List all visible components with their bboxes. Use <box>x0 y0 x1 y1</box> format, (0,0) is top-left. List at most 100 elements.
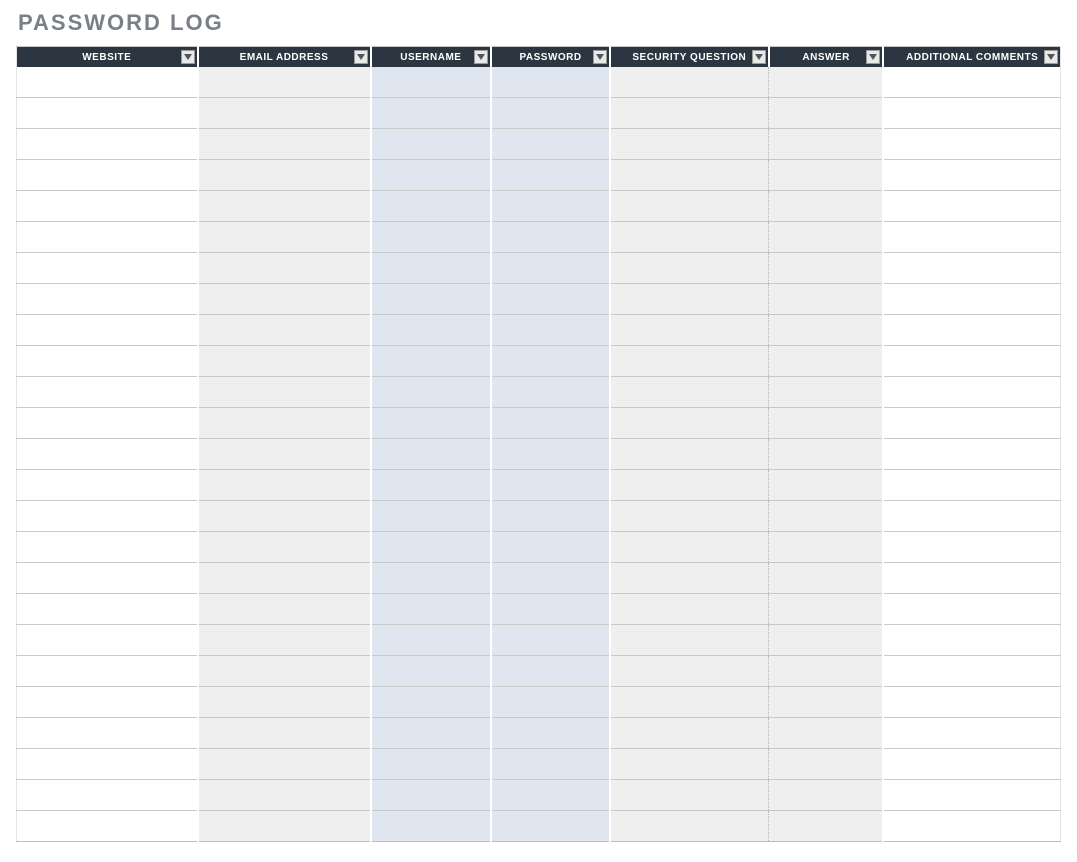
cell-username[interactable] <box>371 346 492 377</box>
cell-comments[interactable] <box>883 563 1060 594</box>
cell-comments[interactable] <box>883 656 1060 687</box>
cell-security-question[interactable] <box>610 160 769 191</box>
cell-comments[interactable] <box>883 253 1060 284</box>
cell-security-question[interactable] <box>610 780 769 811</box>
cell-username[interactable] <box>371 749 492 780</box>
cell-website[interactable] <box>17 284 198 315</box>
cell-answer[interactable] <box>769 780 884 811</box>
cell-answer[interactable] <box>769 811 884 842</box>
cell-email[interactable] <box>198 687 371 718</box>
cell-answer[interactable] <box>769 656 884 687</box>
cell-comments[interactable] <box>883 191 1060 222</box>
cell-password[interactable] <box>491 191 610 222</box>
cell-answer[interactable] <box>769 687 884 718</box>
cell-security-question[interactable] <box>610 563 769 594</box>
cell-website[interactable] <box>17 67 198 98</box>
cell-username[interactable] <box>371 563 492 594</box>
cell-email[interactable] <box>198 98 371 129</box>
cell-security-question[interactable] <box>610 687 769 718</box>
cell-email[interactable] <box>198 129 371 160</box>
cell-website[interactable] <box>17 315 198 346</box>
cell-email[interactable] <box>198 191 371 222</box>
cell-answer[interactable] <box>769 98 884 129</box>
cell-username[interactable] <box>371 470 492 501</box>
filter-button-comments[interactable] <box>1044 50 1058 64</box>
cell-website[interactable] <box>17 718 198 749</box>
cell-comments[interactable] <box>883 718 1060 749</box>
cell-security-question[interactable] <box>610 718 769 749</box>
cell-answer[interactable] <box>769 160 884 191</box>
cell-username[interactable] <box>371 718 492 749</box>
cell-answer[interactable] <box>769 129 884 160</box>
cell-answer[interactable] <box>769 284 884 315</box>
filter-button-email[interactable] <box>354 50 368 64</box>
cell-website[interactable] <box>17 98 198 129</box>
cell-password[interactable] <box>491 67 610 98</box>
cell-email[interactable] <box>198 284 371 315</box>
cell-comments[interactable] <box>883 439 1060 470</box>
filter-button-answer[interactable] <box>866 50 880 64</box>
cell-username[interactable] <box>371 780 492 811</box>
cell-website[interactable] <box>17 470 198 501</box>
filter-button-password[interactable] <box>593 50 607 64</box>
cell-comments[interactable] <box>883 160 1060 191</box>
cell-username[interactable] <box>371 594 492 625</box>
cell-answer[interactable] <box>769 625 884 656</box>
cell-password[interactable] <box>491 377 610 408</box>
cell-website[interactable] <box>17 346 198 377</box>
cell-security-question[interactable] <box>610 284 769 315</box>
cell-website[interactable] <box>17 160 198 191</box>
cell-email[interactable] <box>198 377 371 408</box>
cell-answer[interactable] <box>769 222 884 253</box>
cell-security-question[interactable] <box>610 501 769 532</box>
cell-username[interactable] <box>371 532 492 563</box>
cell-comments[interactable] <box>883 408 1060 439</box>
cell-email[interactable] <box>198 408 371 439</box>
cell-answer[interactable] <box>769 346 884 377</box>
cell-security-question[interactable] <box>610 346 769 377</box>
cell-security-question[interactable] <box>610 377 769 408</box>
cell-website[interactable] <box>17 408 198 439</box>
cell-password[interactable] <box>491 346 610 377</box>
cell-answer[interactable] <box>769 563 884 594</box>
cell-email[interactable] <box>198 253 371 284</box>
cell-username[interactable] <box>371 160 492 191</box>
cell-username[interactable] <box>371 67 492 98</box>
cell-username[interactable] <box>371 408 492 439</box>
cell-email[interactable] <box>198 439 371 470</box>
cell-website[interactable] <box>17 687 198 718</box>
cell-username[interactable] <box>371 191 492 222</box>
cell-comments[interactable] <box>883 501 1060 532</box>
cell-answer[interactable] <box>769 470 884 501</box>
cell-email[interactable] <box>198 656 371 687</box>
cell-security-question[interactable] <box>610 129 769 160</box>
cell-comments[interactable] <box>883 625 1060 656</box>
cell-website[interactable] <box>17 625 198 656</box>
cell-comments[interactable] <box>883 129 1060 160</box>
cell-security-question[interactable] <box>610 749 769 780</box>
cell-password[interactable] <box>491 160 610 191</box>
cell-answer[interactable] <box>769 718 884 749</box>
filter-button-username[interactable] <box>474 50 488 64</box>
cell-security-question[interactable] <box>610 253 769 284</box>
filter-button-website[interactable] <box>181 50 195 64</box>
cell-username[interactable] <box>371 129 492 160</box>
cell-security-question[interactable] <box>610 656 769 687</box>
cell-security-question[interactable] <box>610 811 769 842</box>
cell-email[interactable] <box>198 67 371 98</box>
cell-website[interactable] <box>17 129 198 160</box>
cell-website[interactable] <box>17 439 198 470</box>
cell-website[interactable] <box>17 656 198 687</box>
cell-security-question[interactable] <box>610 594 769 625</box>
cell-website[interactable] <box>17 532 198 563</box>
cell-email[interactable] <box>198 160 371 191</box>
cell-comments[interactable] <box>883 222 1060 253</box>
cell-website[interactable] <box>17 811 198 842</box>
cell-answer[interactable] <box>769 749 884 780</box>
cell-security-question[interactable] <box>610 408 769 439</box>
cell-website[interactable] <box>17 780 198 811</box>
cell-email[interactable] <box>198 594 371 625</box>
cell-answer[interactable] <box>769 408 884 439</box>
cell-email[interactable] <box>198 563 371 594</box>
cell-security-question[interactable] <box>610 315 769 346</box>
